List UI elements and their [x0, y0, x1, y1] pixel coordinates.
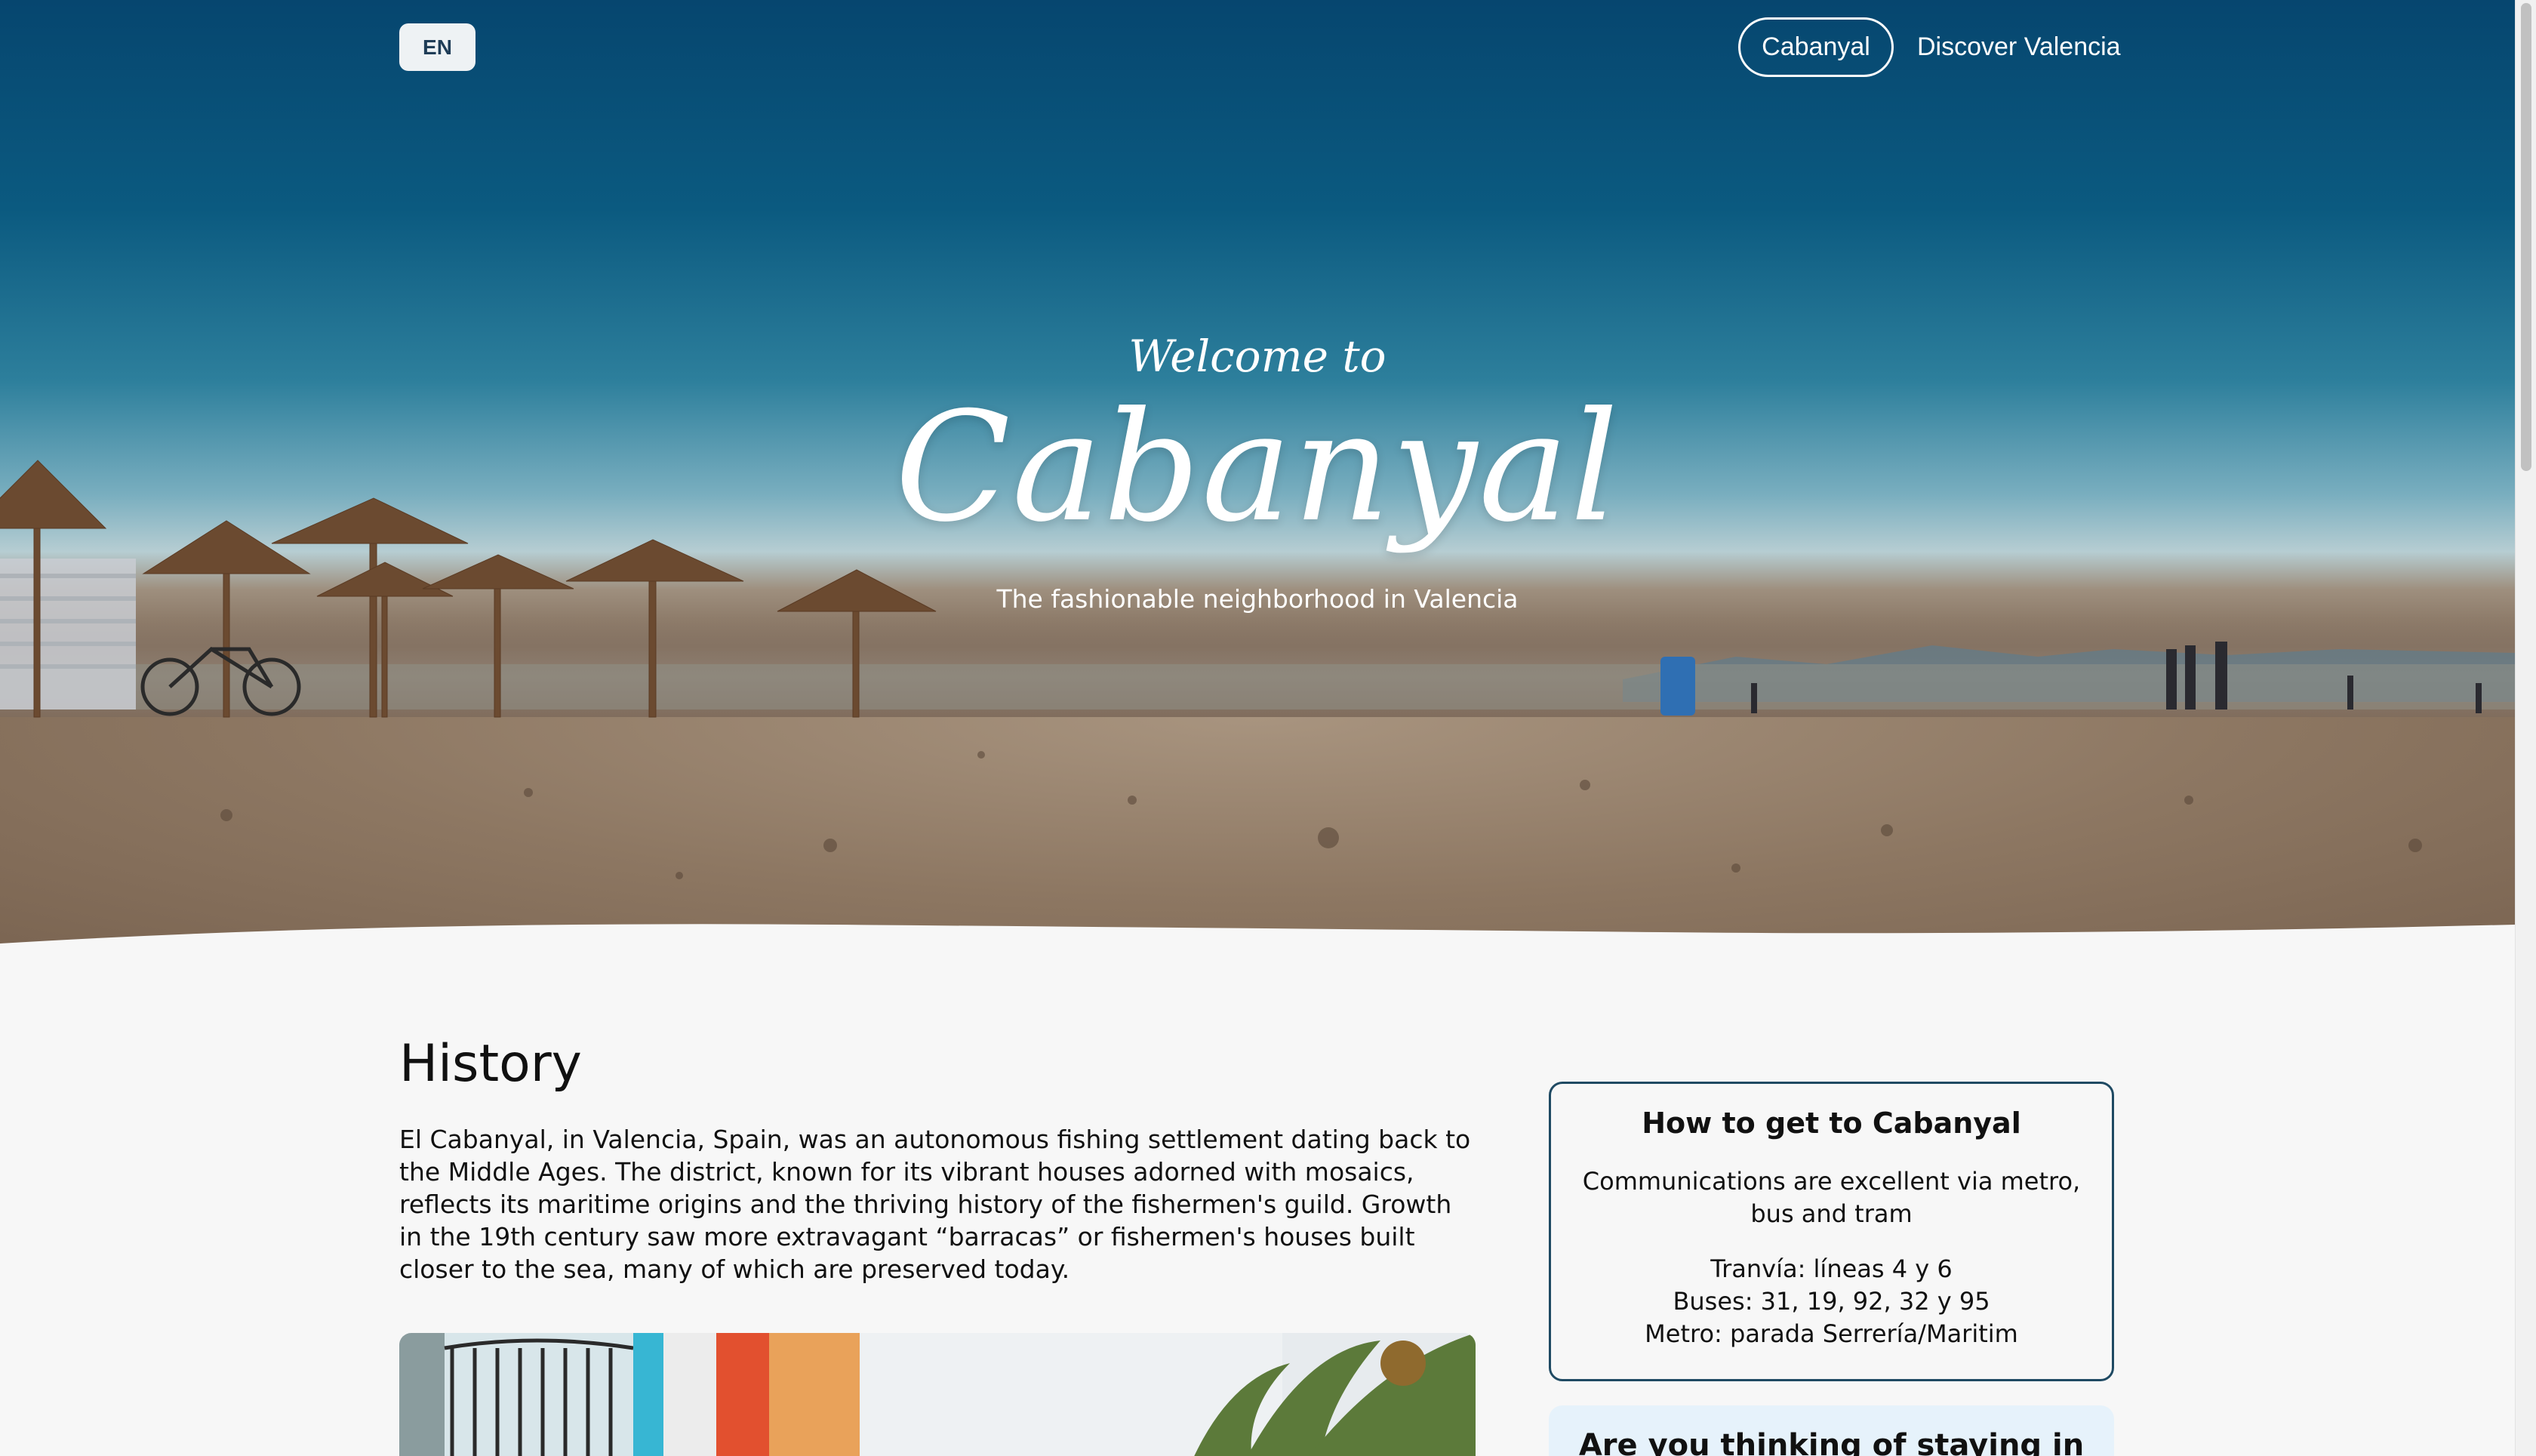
language-button[interactable]: EN — [399, 23, 476, 71]
history-heading: History — [399, 1034, 582, 1094]
transport-line-tram: Tranvía: líneas 4 y 6 — [1710, 1254, 1953, 1283]
colorful-houses-image — [399, 1333, 1476, 1456]
transport-lines: Tranvía: líneas 4 y 6 Buses: 31, 19, 92,… — [1551, 1253, 2112, 1350]
transport-line-metro: Metro: parada Serrería/Maritim — [1645, 1319, 2018, 1348]
transport-title: How to get to Cabanyal — [1642, 1107, 2021, 1140]
stay-card: Are you thinking of staying in — [1549, 1405, 2114, 1456]
transport-card: How to get to Cabanyal Communications ar… — [1549, 1082, 2114, 1381]
hero-wave-divider — [0, 924, 2515, 981]
nav-link-discover-valencia[interactable]: Discover Valencia — [1917, 17, 2121, 77]
stay-title: Are you thinking of staying in — [1578, 1428, 2085, 1456]
page-scrollbar[interactable] — [2515, 0, 2536, 1456]
transport-line-bus: Buses: 31, 19, 92, 32 y 95 — [1673, 1287, 1990, 1316]
hero-tagline: The fashionable neighborhood in Valencia — [996, 584, 1519, 614]
history-paragraph: El Cabanyal, in Valencia, Spain, was an … — [399, 1125, 1471, 1284]
nav-link-cabanyal[interactable]: Cabanyal — [1738, 17, 1894, 77]
transport-intro: Communications are excellent via metro, … — [1582, 1167, 2081, 1228]
hero-title: Cabanyal — [894, 380, 1620, 556]
scrollbar-thumb[interactable] — [2521, 3, 2531, 471]
hero-welcome: Welcome to — [1128, 331, 1386, 382]
history-photo — [399, 1333, 1476, 1456]
